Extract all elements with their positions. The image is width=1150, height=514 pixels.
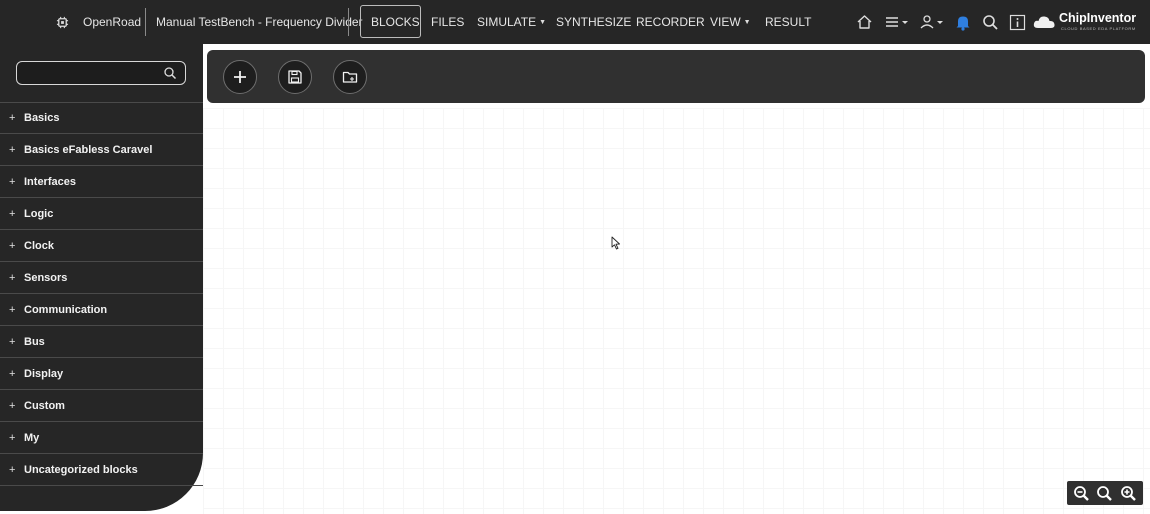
tab-simulate[interactable]: SIMULATE ▼ bbox=[477, 0, 546, 44]
chip-icon bbox=[56, 0, 69, 44]
blocks-sidebar: + Basics + Basics eFabless Caravel + Interf… bbox=[0, 44, 203, 511]
category-custom[interactable]: + Custom bbox=[0, 390, 203, 422]
floppy-disk-icon bbox=[288, 70, 302, 84]
plus-icon bbox=[234, 71, 246, 83]
hamburger-menu-icon[interactable] bbox=[884, 11, 910, 33]
block-search-box[interactable] bbox=[16, 61, 186, 85]
zoom-controls bbox=[1067, 481, 1143, 505]
category-label: Display bbox=[24, 367, 64, 380]
tab-blocks[interactable]: BLOCKS bbox=[371, 0, 420, 44]
category-basics-efabless-caravel[interactable]: + Basics eFabless Caravel bbox=[0, 134, 203, 166]
tab-recorder[interactable]: RECORDER bbox=[636, 0, 705, 44]
zoom-out-icon[interactable] bbox=[1072, 484, 1090, 502]
brand-logo-text: ChipInventor bbox=[1059, 11, 1137, 25]
plus-icon: + bbox=[9, 175, 16, 188]
plus-icon: + bbox=[9, 367, 16, 380]
category-label: Basics bbox=[24, 112, 60, 124]
top-navbar: OpenRoad Manual TestBench - Frequency Di… bbox=[0, 0, 1150, 44]
plus-icon: + bbox=[9, 431, 16, 444]
category-logic[interactable]: + Logic bbox=[0, 198, 203, 230]
category-my[interactable]: + My bbox=[0, 422, 203, 454]
project-title: Manual TestBench - Frequency Divider bbox=[156, 15, 363, 29]
chevron-down-icon: ▼ bbox=[539, 18, 547, 26]
category-label: Interfaces bbox=[24, 175, 76, 188]
save-button[interactable] bbox=[278, 60, 312, 94]
category-uncategorized-blocks[interactable]: + Uncategorized blocks bbox=[0, 454, 203, 486]
mouse-cursor-icon bbox=[611, 236, 621, 250]
chevron-down-icon: ▼ bbox=[743, 18, 751, 26]
plus-icon: + bbox=[9, 207, 16, 220]
search-icon[interactable] bbox=[163, 66, 177, 80]
brand-tagline: CLOUD BASED EDA PLATFORM bbox=[1061, 25, 1136, 31]
home-icon[interactable] bbox=[853, 11, 875, 33]
category-label: My bbox=[24, 431, 40, 444]
category-label: Uncategorized blocks bbox=[24, 463, 138, 476]
tab-result[interactable]: RESULT bbox=[765, 0, 811, 44]
category-clock[interactable]: + Clock bbox=[0, 230, 203, 262]
add-button[interactable] bbox=[223, 60, 257, 94]
category-label: Clock bbox=[24, 239, 54, 252]
divider bbox=[145, 8, 146, 36]
category-sensors[interactable]: + Sensors bbox=[0, 262, 203, 294]
category-bus[interactable]: + Bus bbox=[0, 326, 203, 358]
divider bbox=[348, 8, 349, 36]
open-project-button[interactable] bbox=[333, 60, 367, 94]
block-category-list: + Basics + Basics eFabless Caravel + Interf… bbox=[0, 102, 203, 486]
tab-files[interactable]: FILES bbox=[431, 0, 464, 44]
user-icon[interactable] bbox=[919, 11, 945, 33]
bell-icon[interactable] bbox=[952, 11, 974, 33]
search-icon[interactable] bbox=[979, 11, 1001, 33]
workspace-toolbar bbox=[207, 50, 1145, 103]
zoom-reset-icon[interactable] bbox=[1095, 484, 1113, 502]
plus-icon: + bbox=[9, 112, 16, 124]
category-label: Bus bbox=[24, 335, 45, 348]
category-interfaces[interactable]: + Interfaces bbox=[0, 166, 203, 198]
plus-icon: + bbox=[9, 143, 16, 156]
category-display[interactable]: + Display bbox=[0, 358, 203, 390]
category-basics[interactable]: + Basics bbox=[0, 102, 203, 134]
blocks-workspace-canvas[interactable] bbox=[203, 108, 1150, 514]
category-label: Communication bbox=[24, 303, 108, 316]
category-label: Logic bbox=[24, 207, 54, 220]
info-icon[interactable] bbox=[1006, 11, 1028, 33]
tab-view[interactable]: VIEW ▼ bbox=[710, 0, 751, 44]
plus-icon: + bbox=[9, 239, 16, 252]
plus-icon: + bbox=[9, 303, 16, 316]
tab-simulate-label: SIMULATE bbox=[477, 15, 537, 29]
plus-icon: + bbox=[9, 335, 16, 348]
plus-icon: + bbox=[9, 463, 16, 476]
category-label: Custom bbox=[24, 399, 65, 412]
category-communication[interactable]: + Communication bbox=[0, 294, 203, 326]
plus-icon: + bbox=[9, 399, 16, 412]
plus-icon: + bbox=[9, 271, 16, 284]
app-name[interactable]: OpenRoad bbox=[83, 0, 141, 44]
zoom-in-icon[interactable] bbox=[1119, 484, 1137, 502]
tab-synthesize[interactable]: SYNTHESIZE bbox=[556, 0, 631, 44]
category-label: Sensors bbox=[24, 271, 68, 284]
category-label: Basics eFabless Caravel bbox=[24, 143, 153, 156]
block-search-input[interactable] bbox=[23, 64, 161, 82]
cloud-logo-icon bbox=[1032, 11, 1058, 33]
tab-view-label: VIEW bbox=[710, 15, 741, 29]
folder-open-icon bbox=[342, 71, 358, 83]
